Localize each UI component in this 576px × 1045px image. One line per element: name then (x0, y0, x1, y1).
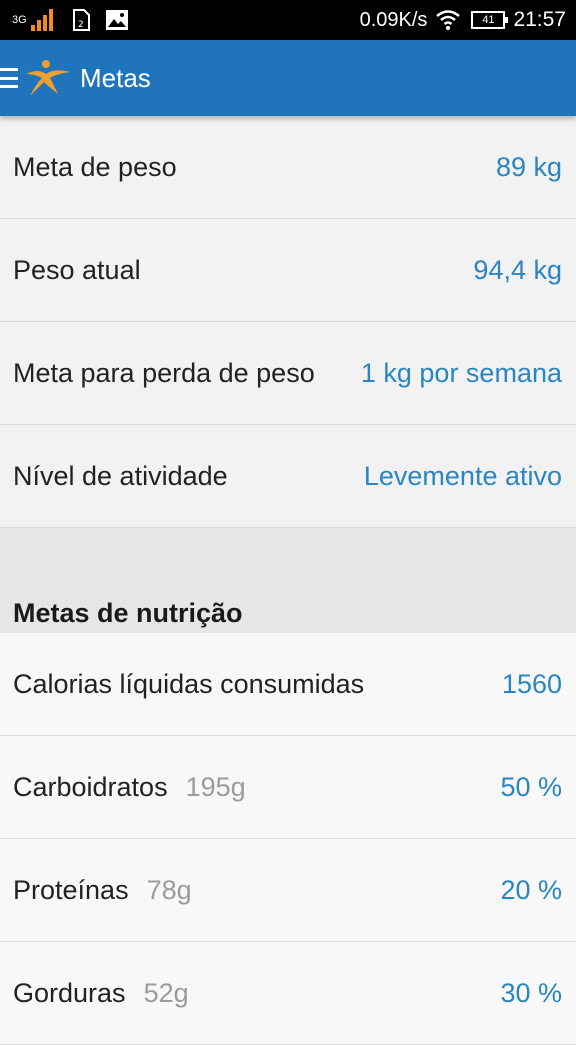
menu-icon-line (0, 76, 18, 80)
nutrition-value: 50 % (500, 771, 562, 802)
nutrition-label: Proteínas (13, 874, 129, 905)
clock: 21:57 (513, 8, 566, 31)
goal-value: 89 kg (495, 151, 562, 182)
nutrition-label: Carboidratos (13, 771, 168, 802)
battery-icon: 41 (471, 11, 509, 29)
nutrition-value: 1560 (501, 668, 562, 699)
goal-label: Meta de peso (13, 151, 177, 182)
nutrition-grams: 195g (185, 771, 246, 802)
signal-icon (30, 9, 53, 31)
nutrition-row-carbs[interactable]: Carboidratos 195g 50 % (0, 736, 576, 839)
goal-label: Peso atual (13, 254, 141, 285)
nutrition-label-group: Carboidratos 195g (13, 772, 246, 803)
goal-label: Meta para perda de peso (13, 357, 315, 388)
nutrition-label: Gorduras (13, 977, 126, 1008)
network-speed: 0.09K/s (359, 8, 428, 31)
goal-row-weight-goal[interactable]: Meta de peso 89 kg (0, 116, 576, 219)
page-title: Metas (80, 62, 151, 93)
goals-list: Meta de peso 89 kg Peso atual 94,4 kg Me… (0, 116, 576, 1045)
goal-value: Levemente ativo (363, 460, 562, 491)
menu-button[interactable] (0, 66, 18, 90)
menu-icon-line (0, 68, 18, 71)
goal-row-weekly-loss[interactable]: Meta para perda de peso 1 kg por semana (0, 322, 576, 425)
goal-value: 94,4 kg (473, 254, 562, 285)
section-title: Metas de nutrição (13, 598, 243, 628)
goal-row-activity-level[interactable]: Nível de atividade Levemente ativo (0, 425, 576, 528)
nutrition-label: Calorias líquidas consumidas (13, 668, 365, 699)
svg-text:2: 2 (78, 20, 84, 30)
wifi-icon (436, 10, 461, 30)
nutrition-row-protein[interactable]: Proteínas 78g 20 % (0, 839, 576, 942)
nutrition-grams: 52g (143, 977, 189, 1008)
battery-level: 41 (482, 14, 495, 26)
nutrition-section-header: Metas de nutrição (0, 598, 576, 633)
status-bar: 3G 2 0.09K/s 41 21:57 (0, 0, 576, 40)
goal-row-current-weight[interactable]: Peso atual 94,4 kg (0, 219, 576, 322)
network-type: 3G (12, 14, 27, 26)
nutrition-label-group: Gorduras 52g (13, 978, 189, 1009)
status-left: 3G 2 (12, 8, 129, 32)
nutrition-label-group: Proteínas 78g (13, 875, 192, 906)
nutrition-grams: 78g (146, 874, 192, 905)
status-right: 0.09K/s 41 21:57 (360, 8, 566, 32)
nutrition-value: 20 % (500, 874, 562, 905)
goal-label: Nível de atividade (13, 460, 228, 491)
app-bar: Metas (0, 40, 576, 116)
goal-value: 1 kg por semana (360, 357, 562, 388)
app-logo-icon (26, 60, 70, 96)
sim-icon: 2 (72, 9, 90, 31)
nutrition-value: 30 % (500, 977, 562, 1008)
menu-icon-line (0, 85, 18, 88)
image-icon (105, 10, 128, 30)
nutrition-row-fat[interactable]: Gorduras 52g 30 % (0, 942, 576, 1045)
nutrition-row-calories[interactable]: Calorias líquidas consumidas 1560 (0, 633, 576, 736)
